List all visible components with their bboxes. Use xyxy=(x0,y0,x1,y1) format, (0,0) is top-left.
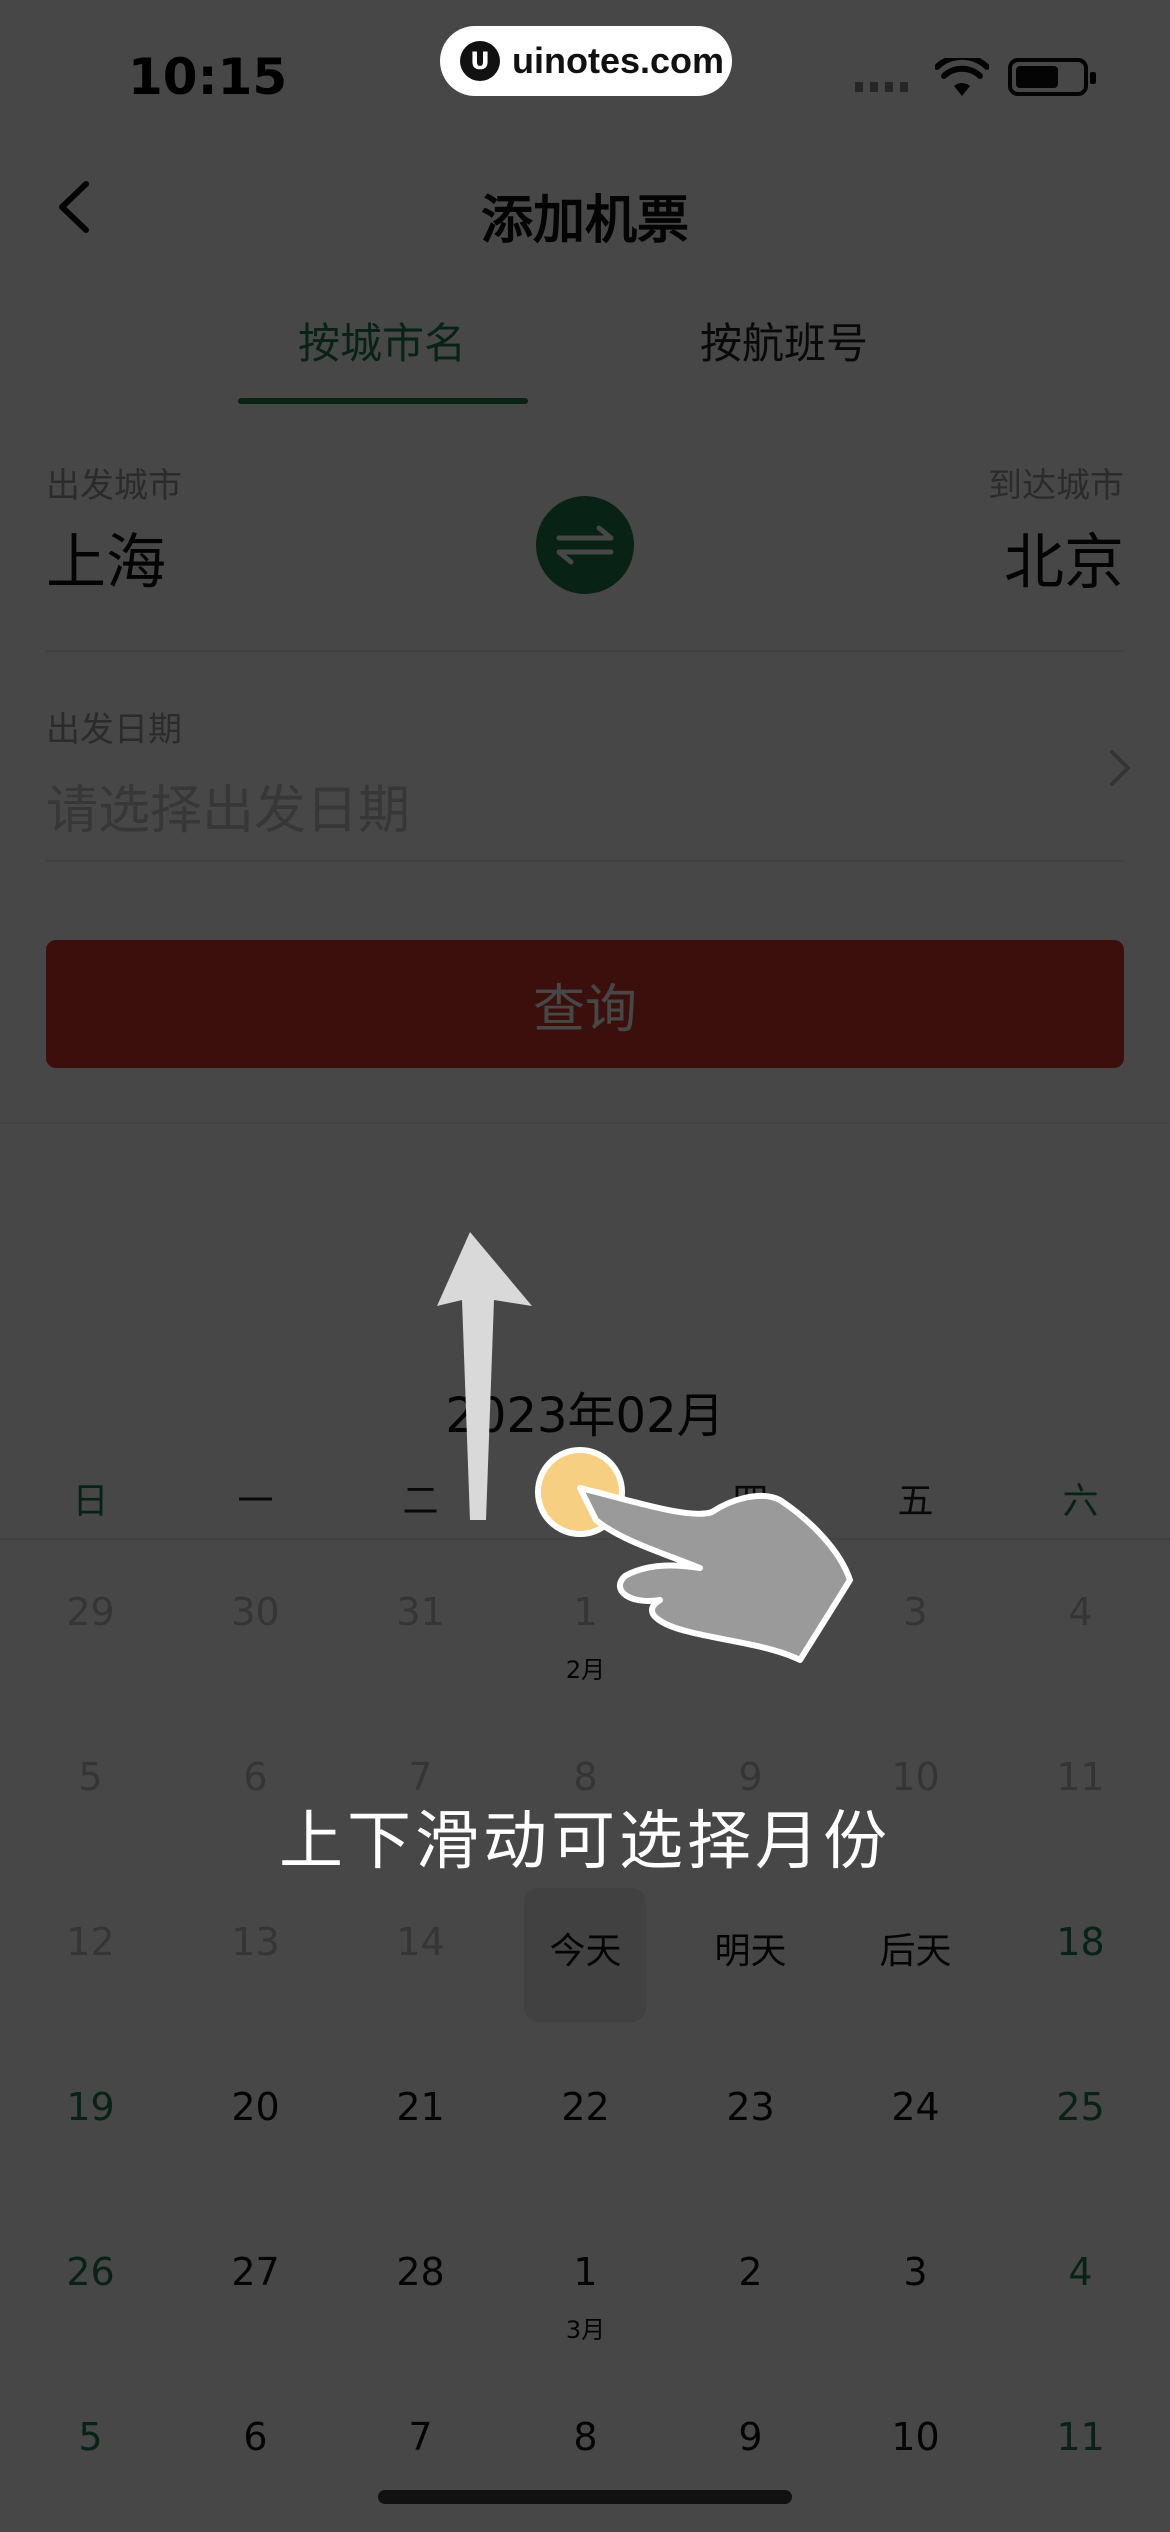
screen: 10:15 U uinotes.com 添加机票 按城市名 按航班号 出发城市 … xyxy=(0,0,1170,2532)
hand-gesture-icon xyxy=(535,1447,853,1663)
swipe-up-arrow-icon xyxy=(437,1232,532,1520)
watermark-logo-icon: U xyxy=(460,41,500,81)
home-indicator xyxy=(378,2490,792,2504)
watermark-text: uinotes.com xyxy=(512,40,725,81)
onboarding-hint-text: 上下滑动可选择月份 xyxy=(279,1805,891,1879)
swipe-guide xyxy=(437,1232,853,1663)
watermark-pill: U uinotes.com xyxy=(440,26,732,96)
